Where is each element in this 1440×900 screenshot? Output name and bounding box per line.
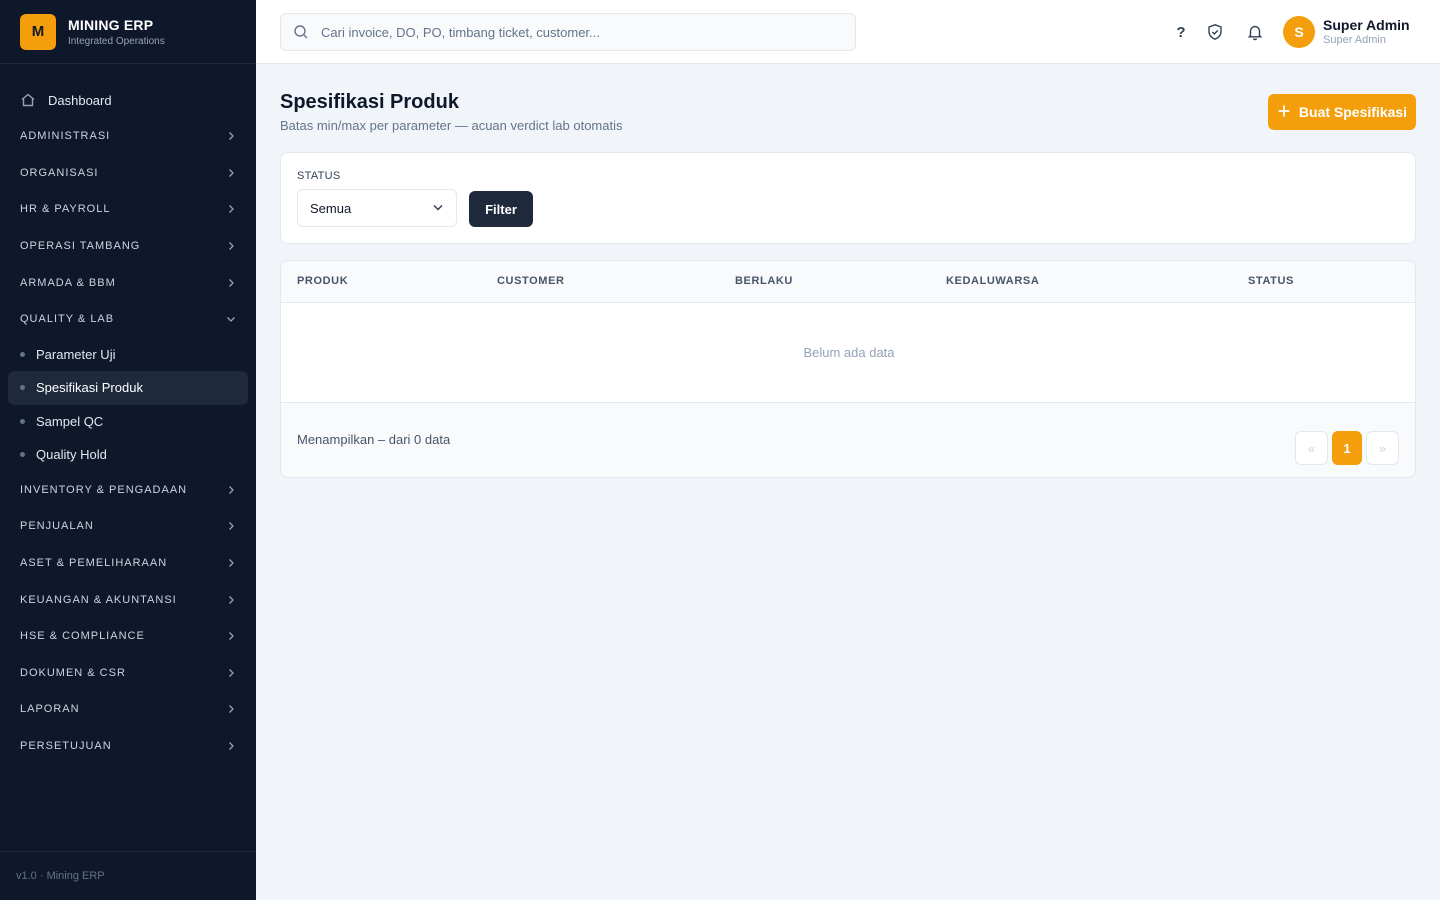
chevron-right-icon	[226, 485, 236, 495]
sidebar-item-label: Dashboard	[48, 92, 112, 108]
sidebar-item-label: Parameter Uji	[36, 346, 116, 362]
sidebar-group-dokumen-csr[interactable]: DOKUMEN & CSR	[8, 655, 248, 692]
sidebar-item-quality-hold[interactable]: Quality Hold	[8, 438, 248, 472]
sidebar-item-label: Quality Hold	[36, 447, 107, 463]
page-title: Spesifikasi Produk	[280, 91, 459, 113]
sidebar-group-penjualan[interactable]: PENJUALAN	[8, 508, 248, 545]
create-spec-label: Buat Spesifikasi	[1298, 104, 1408, 120]
sidebar: M MINING ERP Integrated Operations Dashb…	[0, 0, 256, 900]
sidebar-group-hr-payroll[interactable]: HR & PAYROLL	[8, 191, 248, 228]
chevron-down-icon	[226, 314, 236, 324]
chevron-down-icon	[432, 201, 444, 216]
column-header-customer[interactable]: CUSTOMER	[497, 275, 565, 287]
sidebar-group-quality-lab[interactable]: QUALITY & LAB	[8, 301, 248, 338]
sidebar-group-label: LAPORAN	[20, 703, 80, 716]
bullet-icon	[20, 351, 25, 357]
sidebar-item-parameter-uji[interactable]: Parameter Uji	[8, 338, 248, 372]
home-icon	[20, 92, 36, 108]
status-select[interactable]: Semua	[297, 189, 457, 227]
sidebar-group-label: HR & PAYROLL	[20, 203, 111, 216]
bullet-icon	[20, 452, 25, 458]
sidebar-group-label: KEUANGAN & AKUNTANSI	[20, 593, 177, 606]
sidebar-group-laporan[interactable]: LAPORAN	[8, 691, 248, 728]
topbar: ? S Super Admin Super Admin	[256, 0, 1440, 64]
sidebar-nav: Dashboard ADMINISTRASI ORGANISASI HR & P…	[0, 64, 256, 764]
pagination-prev-button[interactable]: «	[1295, 431, 1328, 465]
user-role: Super Admin	[1323, 34, 1386, 46]
chevron-right-icon	[226, 131, 236, 141]
chevron-right-icon	[226, 558, 236, 568]
sidebar-group-organisasi[interactable]: ORGANISASI	[8, 155, 248, 192]
shield-check-icon[interactable]	[1205, 22, 1225, 42]
sidebar-group-keuangan-akuntansi[interactable]: KEUANGAN & AKUNTANSI	[8, 581, 248, 618]
search-box[interactable]	[280, 13, 856, 51]
column-header-status[interactable]: STATUS	[1248, 275, 1294, 287]
sidebar-footer: v1.0 · Mining ERP	[0, 851, 256, 900]
sidebar-group-label: QUALITY & LAB	[20, 313, 115, 326]
chevron-right-icon	[226, 521, 236, 531]
user-menu[interactable]: Super Admin Super Admin	[1323, 17, 1410, 46]
filter-button[interactable]: Filter	[469, 191, 533, 227]
help-icon[interactable]: ?	[1171, 22, 1191, 42]
status-select-value: Semua	[310, 200, 352, 216]
sidebar-group-label: ORGANISASI	[20, 166, 99, 179]
sidebar-group-inventory-pengadaan[interactable]: INVENTORY & PENGADAAN	[8, 472, 248, 509]
avatar[interactable]: S	[1283, 16, 1315, 48]
chevron-right-icon	[226, 668, 236, 678]
sidebar-group-persetujuan[interactable]: PERSETUJUAN	[8, 728, 248, 765]
pagination-next-button[interactable]: »	[1366, 431, 1399, 465]
column-header-produk[interactable]: PRODUK	[297, 275, 348, 287]
sidebar-group-label: OPERASI TAMBANG	[20, 240, 141, 253]
sidebar-item-sampel-qc[interactable]: Sampel QC	[8, 405, 248, 439]
status-filter-label: STATUS	[297, 170, 341, 182]
page-subtitle: Batas min/max per parameter — acuan verd…	[280, 118, 623, 133]
brand-title: MINING ERP	[68, 16, 154, 33]
bullet-icon	[20, 418, 25, 424]
search-icon	[293, 24, 309, 40]
chevron-right-icon	[226, 704, 236, 714]
table-header: PRODUK CUSTOMER BERLAKU KEDALUWARSA STAT…	[281, 261, 1415, 303]
sidebar-group-armada-bbm[interactable]: ARMADA & BBM	[8, 264, 248, 301]
sidebar-group-operasi-tambang[interactable]: OPERASI TAMBANG	[8, 228, 248, 265]
result-count: Menampilkan – dari 0 data	[297, 432, 451, 447]
plus-icon	[1277, 104, 1291, 121]
sidebar-group-label: INVENTORY & PENGADAAN	[20, 483, 188, 496]
filter-card: STATUS Semua Filter	[280, 152, 1416, 244]
sidebar-group-label: PERSETUJUAN	[20, 740, 112, 753]
sidebar-group-label: PENJUALAN	[20, 520, 94, 533]
brand-logo: M	[20, 13, 56, 50]
sidebar-group-label: ADMINISTRASI	[20, 130, 111, 143]
sidebar-group-label: ARMADA & BBM	[20, 276, 116, 289]
chevron-right-icon	[226, 595, 236, 605]
sidebar-group-aset-pemeliharaan[interactable]: ASET & PEMELIHARAAN	[8, 545, 248, 582]
column-header-berlaku[interactable]: BERLAKU	[735, 275, 793, 287]
chevron-right-icon	[226, 241, 236, 251]
bell-icon[interactable]	[1245, 22, 1265, 42]
bullet-icon	[20, 385, 25, 391]
table-footer: Menampilkan – dari 0 data « 1 »	[281, 403, 1415, 477]
sidebar-item-dashboard[interactable]: Dashboard	[8, 82, 248, 118]
sidebar-item-spesifikasi-produk[interactable]: Spesifikasi Produk	[8, 371, 248, 405]
pagination-page-1[interactable]: 1	[1332, 431, 1362, 465]
sidebar-item-label: Sampel QC	[36, 413, 104, 429]
sidebar-group-label: HSE & COMPLIANCE	[20, 630, 145, 643]
chevron-right-icon	[226, 204, 236, 214]
sidebar-item-label: Spesifikasi Produk	[36, 380, 143, 396]
sidebar-group-label: ASET & PEMELIHARAAN	[20, 557, 168, 570]
chevron-right-icon	[226, 741, 236, 751]
brand[interactable]: M MINING ERP Integrated Operations	[0, 0, 256, 64]
chevron-right-icon	[226, 168, 236, 178]
sidebar-group-label: DOKUMEN & CSR	[20, 666, 126, 679]
chevron-right-icon	[226, 631, 236, 641]
brand-subtitle: Integrated Operations	[68, 35, 165, 47]
user-name: Super Admin	[1323, 17, 1410, 33]
create-spec-button[interactable]: Buat Spesifikasi	[1268, 94, 1416, 130]
sidebar-group-hse-compliance[interactable]: HSE & COMPLIANCE	[8, 618, 248, 655]
search-input[interactable]	[321, 24, 841, 40]
empty-state: Belum ada data	[281, 303, 1415, 403]
sidebar-group-administrasi[interactable]: ADMINISTRASI	[8, 118, 248, 155]
chevron-right-icon	[226, 278, 236, 288]
spec-table: PRODUK CUSTOMER BERLAKU KEDALUWARSA STAT…	[280, 260, 1416, 478]
column-header-kedaluwarsa[interactable]: KEDALUWARSA	[946, 275, 1039, 287]
